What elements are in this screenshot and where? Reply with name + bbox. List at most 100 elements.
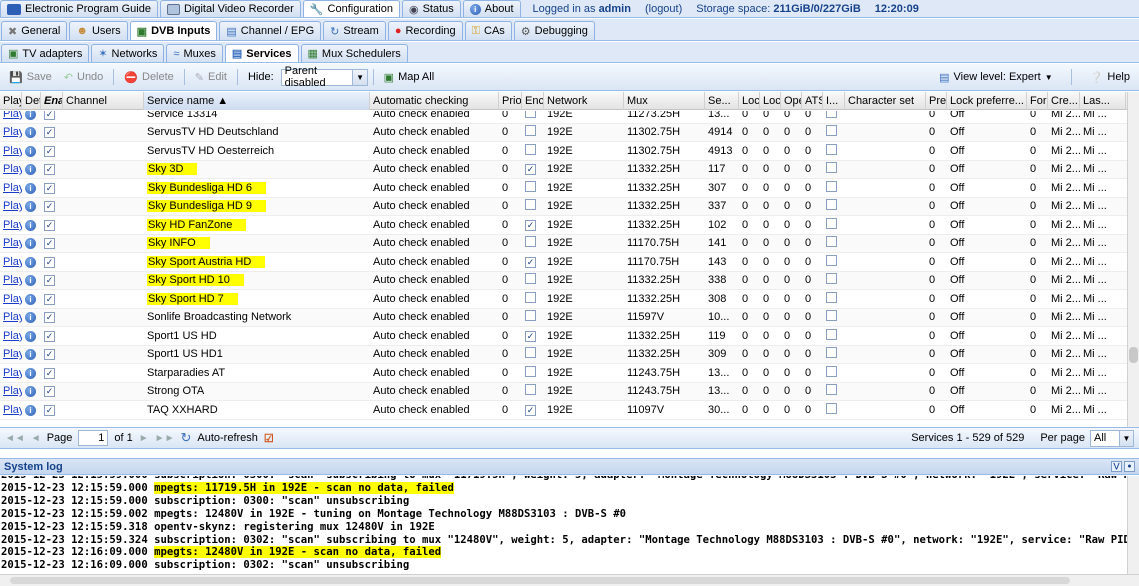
first-page-icon[interactable]: ◄◄ [5,433,25,444]
lock-preferred-cell[interactable]: Off [947,367,1027,379]
play-link[interactable]: Play [0,126,22,138]
ignore-checkbox[interactable] [826,273,837,285]
enabled-checkbox[interactable]: ✓ [44,367,55,379]
col-atsc-header[interactable]: ATS [802,92,823,110]
automatic-checking-cell[interactable]: Auto check enabled [370,145,499,157]
local-1-cell[interactable]: 0 [739,163,760,175]
table-row[interactable]: Play i ✓ TAQ XXHARD Auto check enabled 0 ✓ 192E… [0,401,1127,420]
enabled-checkbox[interactable]: ✓ [44,164,55,176]
details-icon[interactable]: i [25,293,36,305]
enabled-cell[interactable]: ✓ [41,126,63,139]
encrypted-cell[interactable] [522,273,544,287]
col-local-2-header[interactable]: Loc [760,92,781,110]
priority-cell[interactable]: 0 [499,330,522,342]
lock-preferred-cell[interactable]: Off [947,219,1027,231]
col-pref-cas-header[interactable]: Pre [926,92,947,110]
encrypted-cell[interactable] [522,111,544,121]
force-caid-cell[interactable]: 0 [1027,293,1048,305]
opentv-cell[interactable]: 0 [781,274,802,286]
play-link-label[interactable]: Play [3,367,22,379]
opentv-cell[interactable]: 0 [781,237,802,249]
force-caid-cell[interactable]: 0 [1027,404,1048,416]
ignore-cell[interactable] [823,328,845,343]
encrypted-checkbox[interactable] [525,291,536,303]
ignore-checkbox[interactable] [826,217,837,229]
details-cell[interactable]: i [22,367,41,379]
map-all-button[interactable]: ▣ Map All [379,69,439,86]
tab-muxes[interactable]: ≈ Muxes [166,44,223,62]
encrypted-cell[interactable] [522,199,544,213]
encrypted-checkbox[interactable] [525,310,536,322]
automatic-checking-cell[interactable]: Auto check enabled [370,200,499,212]
details-cell[interactable]: i [22,311,41,324]
table-row[interactable]: Play i ✓ Sport1 US HD Auto check enabled 0 ✓ 19… [0,327,1127,346]
service-name-cell[interactable]: ServusTV HD Deutschland [144,126,370,138]
local-1-cell[interactable]: 0 [739,237,760,249]
lock-preferred-cell[interactable]: Off [947,126,1027,138]
log-vertical-scrollbar[interactable] [1127,476,1139,574]
enabled-checkbox[interactable]: ✓ [44,330,55,342]
details-icon[interactable]: i [25,219,36,231]
tab-dvb-inputs[interactable]: ▣ DVB Inputs [129,21,218,40]
pref-cas-cell[interactable]: 0 [926,330,947,342]
encrypted-checkbox[interactable]: ✓ [525,219,536,231]
details-cell[interactable]: i [22,404,41,416]
play-link[interactable]: Play [0,219,22,231]
priority-cell[interactable]: 0 [499,163,522,175]
opentv-cell[interactable]: 0 [781,385,802,397]
details-icon[interactable]: i [25,386,36,398]
ignore-checkbox[interactable] [826,310,837,322]
tab-configuration[interactable]: 🔧 Configuration [302,0,400,17]
local-2-cell[interactable]: 0 [760,404,781,416]
priority-cell[interactable]: 0 [499,293,522,305]
enabled-cell[interactable]: ✓ [41,111,63,120]
per-page-select[interactable]: All ▼ [1090,429,1134,447]
enabled-checkbox[interactable]: ✓ [44,127,55,139]
lock-preferred-cell[interactable]: Off [947,330,1027,342]
ignore-checkbox[interactable] [826,365,837,377]
ignore-checkbox[interactable] [826,384,837,396]
local-1-cell[interactable]: 0 [739,219,760,231]
col-lock-preferred-header[interactable]: Lock preferre... [947,92,1027,110]
ignore-cell[interactable] [823,402,845,417]
lock-preferred-cell[interactable]: Off [947,293,1027,305]
play-link[interactable]: Play [0,311,22,323]
opentv-cell[interactable]: 0 [781,256,802,268]
play-link-label[interactable]: Play [3,126,22,138]
details-icon[interactable]: i [25,275,36,287]
play-link-label[interactable]: Play [3,237,22,249]
opentv-cell[interactable]: 0 [781,367,802,379]
details-icon[interactable]: i [25,145,36,157]
encrypted-cell[interactable] [522,365,544,380]
edit-button[interactable]: ✎ Edit [190,69,232,86]
local-1-cell[interactable]: 0 [739,367,760,379]
pref-cas-cell[interactable]: 0 [926,163,947,175]
prev-page-icon[interactable]: ◄ [31,433,41,444]
details-cell[interactable]: i [22,293,41,305]
encrypted-checkbox[interactable] [525,384,536,396]
opentv-cell[interactable]: 0 [781,404,802,416]
local-1-cell[interactable]: 0 [739,330,760,342]
grid-scrollbar[interactable] [1127,92,1139,427]
force-caid-cell[interactable]: 0 [1027,367,1048,379]
priority-cell[interactable]: 0 [499,404,522,416]
force-caid-cell[interactable]: 0 [1027,200,1048,212]
service-name-cell[interactable]: TAQ XXHARD [144,404,370,416]
force-caid-cell[interactable]: 0 [1027,126,1048,138]
automatic-checking-cell[interactable]: Auto check enabled [370,111,499,120]
col-mux-header[interactable]: Mux [624,92,705,110]
local-1-cell[interactable]: 0 [739,111,760,120]
col-priority-header[interactable]: Prio [499,92,522,110]
table-row[interactable]: Play i ✓ Sky Bundesliga HD 9 Auto check enab… [0,197,1127,216]
enabled-checkbox[interactable]: ✓ [44,312,55,324]
settings-icon[interactable]: ● [1124,461,1135,472]
ignore-checkbox[interactable] [826,291,837,303]
pref-cas-cell[interactable]: 0 [926,293,947,305]
play-link-label[interactable]: Play [3,330,22,342]
ignore-cell[interactable] [823,384,845,398]
play-link-label[interactable]: Play [3,348,22,360]
force-caid-cell[interactable]: 0 [1027,348,1048,360]
force-caid-cell[interactable]: 0 [1027,182,1048,194]
atsc-cell[interactable]: 0 [802,293,823,305]
local-2-cell[interactable]: 0 [760,385,781,397]
